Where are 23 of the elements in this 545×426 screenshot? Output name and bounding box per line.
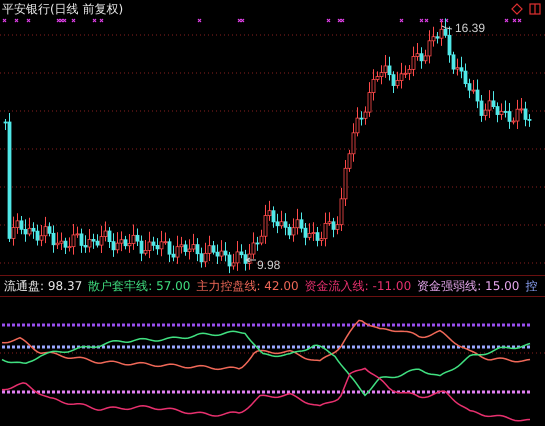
cross-icon [26,18,31,23]
cross-icon [504,18,509,23]
low-price-label: 9.98 [257,258,280,272]
indicator-legend: 控 [525,278,538,294]
indicator-legend: 主力控盘线: 42.00 [196,278,299,294]
leader-line [246,258,256,262]
panel-icon[interactable] [529,3,541,15]
cross-icon [99,18,104,23]
indicator-legend: 流通盘: 98.37 [4,278,82,294]
cross-icon [2,18,7,23]
cross-icon [71,18,76,23]
cross-icon [326,18,331,23]
diamond-icon[interactable] [511,3,523,15]
leader-line [442,26,452,30]
cross-icon [92,18,97,23]
high-price-label: 16.39 [455,21,486,35]
cross-icon [14,18,19,23]
indicator-legend: 资金强弱线: 15.00 [417,278,520,294]
cross-icon [399,18,404,23]
indicator-legend: 资金流入线: -11.00 [304,278,412,294]
cross-icon [197,18,202,23]
indicator-legend: 散户套牢线: 57.00 [88,278,190,294]
chart-title: 平安银行(日线 前复权) [2,0,124,18]
